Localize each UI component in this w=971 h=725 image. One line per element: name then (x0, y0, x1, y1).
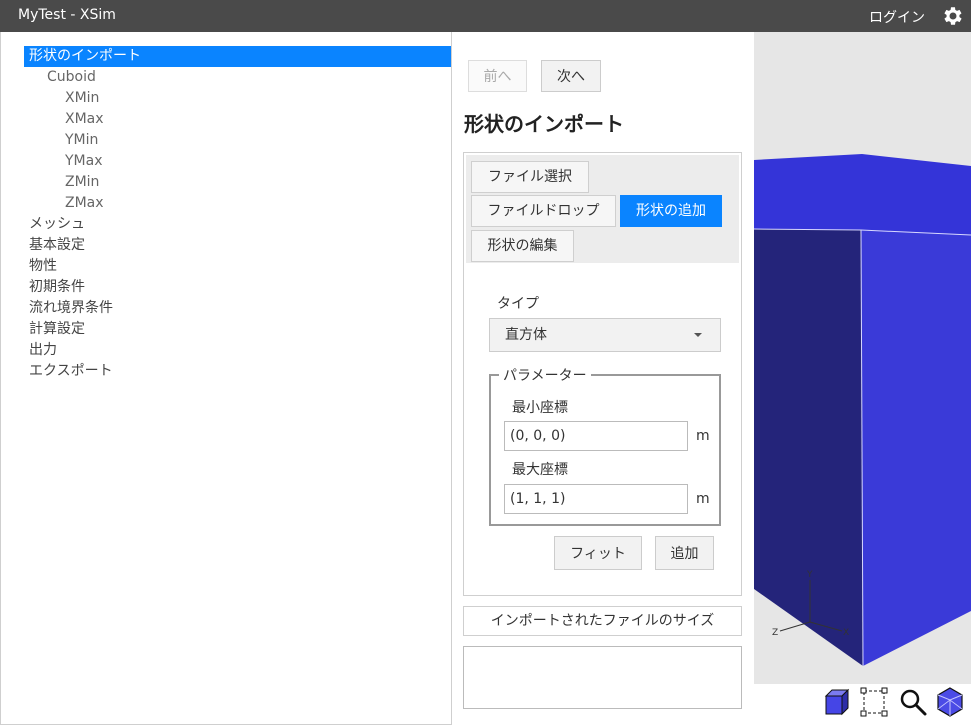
polyhedron-icon[interactable] (935, 686, 965, 718)
settings-panel: 前へ 次へ 形状のインポート ファイル選択 ファイルドロップ 形状の追加 形状の… (452, 32, 754, 725)
tree-item-ymin[interactable]: YMin (1, 130, 451, 151)
cuboid-top-face (754, 154, 971, 235)
axis-z-line (779, 621, 811, 632)
tab-add-shape[interactable]: 形状の追加 (620, 195, 722, 227)
3d-viewport[interactable]: Y X Z (754, 32, 971, 684)
tree-item-ymax[interactable]: YMax (1, 151, 451, 172)
cuboid-render: Y X Z (754, 154, 971, 667)
tree-list: 形状のインポート Cuboid XMin XMax YMin YMax ZMin… (1, 46, 451, 382)
cube-view-icon[interactable] (822, 686, 852, 718)
type-select-value: 直方体 (505, 327, 547, 343)
min-coord-unit: m (696, 428, 710, 444)
page-title: 形状のインポート (464, 112, 624, 136)
tree-item-zmin[interactable]: ZMin (1, 172, 451, 193)
tree-item-calc-settings[interactable]: 計算設定 (1, 319, 451, 340)
login-link[interactable]: ログイン (869, 7, 925, 27)
tree-item-zmax[interactable]: ZMax (1, 193, 451, 214)
import-size-output (463, 646, 742, 709)
project-tree: 形状のインポート Cuboid XMin XMax YMin YMax ZMin… (0, 32, 452, 725)
add-button[interactable]: 追加 (655, 536, 714, 570)
import-size-button[interactable]: インポートされたファイルのサイズ (463, 606, 742, 636)
max-coord-unit: m (696, 491, 710, 507)
tree-item-mesh[interactable]: メッシュ (1, 214, 451, 235)
prev-button[interactable]: 前へ (468, 60, 527, 92)
tree-item-output[interactable]: 出力 (1, 340, 451, 361)
title-bar: MyTest - XSim ログイン (0, 0, 971, 32)
tree-item-export[interactable]: エクスポート (1, 361, 451, 382)
max-coord-label: 最大座標 (512, 462, 568, 478)
tree-item-properties[interactable]: 物性 (1, 256, 451, 277)
axis-y-label: Y (806, 570, 813, 580)
view-toolbar (754, 684, 971, 725)
tree-item-xmax[interactable]: XMax (1, 109, 451, 130)
tree-item-cuboid[interactable]: Cuboid (1, 67, 451, 88)
app-title: MyTest - XSim (18, 7, 116, 23)
tree-item-basic-settings[interactable]: 基本設定 (1, 235, 451, 256)
tree-item-initial-conditions[interactable]: 初期条件 (1, 277, 451, 298)
cuboid-right-face (861, 230, 971, 666)
next-button[interactable]: 次へ (541, 60, 601, 92)
box-select-icon[interactable] (859, 686, 889, 718)
fit-button[interactable]: フィット (554, 536, 642, 570)
chevron-down-icon (694, 333, 702, 337)
min-coord-label: 最小座標 (512, 400, 568, 416)
tab-edit-shape[interactable]: 形状の編集 (471, 230, 574, 262)
gear-icon[interactable] (941, 4, 965, 28)
tab-strip: ファイル選択 ファイルドロップ 形状の追加 形状の編集 (466, 155, 739, 263)
axis-z-label: Z (772, 628, 778, 638)
tab-file-select[interactable]: ファイル選択 (471, 161, 589, 193)
max-coord-input[interactable] (504, 484, 688, 514)
tree-item-xmin[interactable]: XMin (1, 88, 451, 109)
min-coord-input[interactable] (504, 421, 688, 451)
shape-card: ファイル選択 ファイルドロップ 形状の追加 形状の編集 タイプ 直方体 パラメー… (463, 152, 742, 596)
axis-x-label: X (843, 628, 849, 638)
type-select[interactable]: 直方体 (489, 318, 721, 352)
tree-item-flow-boundary[interactable]: 流れ境界条件 (1, 298, 451, 319)
parameters-legend: パラメーター (503, 368, 587, 384)
zoom-icon[interactable] (898, 686, 928, 718)
type-label: タイプ (497, 296, 539, 312)
cuboid-left-face (754, 229, 863, 666)
tree-item-shape-import[interactable]: 形状のインポート (24, 46, 451, 67)
tab-file-drop[interactable]: ファイルドロップ (471, 195, 616, 227)
